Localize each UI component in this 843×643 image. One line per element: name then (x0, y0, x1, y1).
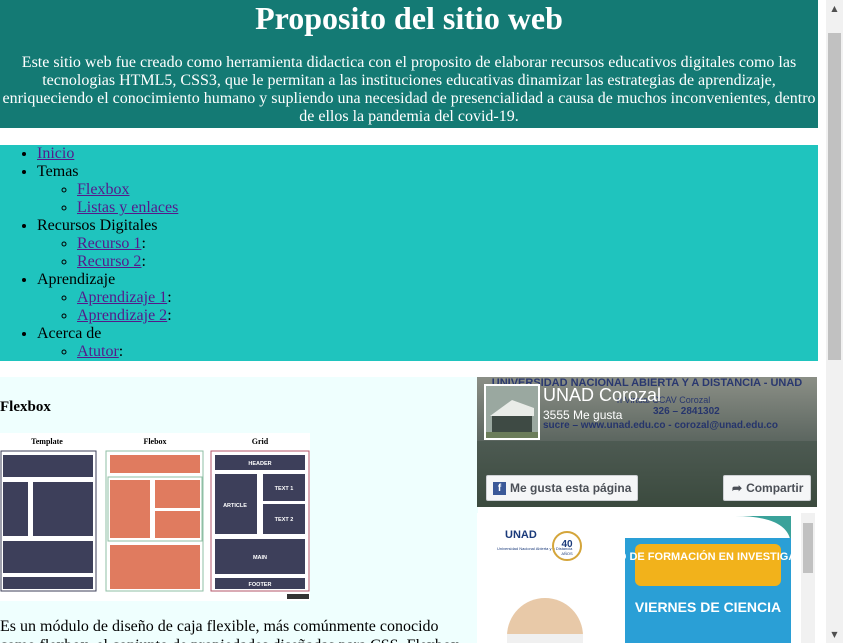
colon: : (167, 289, 172, 306)
nav-item-inicio: Inicio (37, 145, 818, 163)
template-block (3, 482, 28, 536)
grid-label-footer: FOOTER (249, 582, 272, 588)
page-scrollbar[interactable]: ▲ ▼ (826, 0, 843, 643)
post-anniversary: 40 (561, 539, 573, 550)
nav-link-inicio[interactable]: Inicio (37, 145, 74, 162)
nav-item-autor: Atutor: (77, 343, 818, 361)
share-button[interactable]: ➦ Compartir (723, 475, 811, 501)
post-ciclo-text: CICLO DE FORMACIÓN EN INVESTIGACIÓN (592, 550, 791, 563)
main-content: Flexbox Template Flebox Grid HEADER ARTI… (0, 377, 478, 643)
site-description: Este sitio web fue creado como herramien… (2, 54, 816, 125)
colon: : (141, 235, 146, 252)
grid-label-main: MAIN (253, 555, 267, 561)
cover-phone-text: 326 – 2841302 (653, 406, 720, 417)
flexbox-block (155, 480, 200, 508)
like-page-button[interactable]: f Me gusta esta página (486, 475, 638, 501)
diagram-label-flexbox: Flebox (143, 437, 166, 446)
section-title: Flexbox (0, 399, 51, 415)
colon: : (141, 253, 146, 270)
facebook-post: UNAD Universidad Nacional Abierta y a Di… (477, 513, 817, 643)
nav-link-recurso2[interactable]: Recurso 2 (77, 253, 141, 270)
decorative-shape (507, 634, 583, 643)
nav-label-acerca: Acerca de (37, 325, 102, 342)
grid-label-text1: TEXT 1 (275, 486, 294, 492)
post-scrollbar[interactable] (801, 513, 815, 643)
building-icon (486, 386, 538, 438)
nav-item-recursos: Recursos Digitales Recurso 1: Recurso 2: (37, 217, 818, 271)
page-title: Proposito del sitio web (255, 0, 563, 36)
scrollbar-thumb[interactable] (828, 33, 841, 360)
colon: : (167, 307, 172, 324)
nav-label-aprendizaje: Aprendizaje (37, 271, 116, 288)
page: Proposito del sitio web Este sitio web f… (0, 0, 826, 643)
post-image[interactable]: UNAD Universidad Nacional Abierta y a Di… (485, 516, 791, 643)
intro-paragraph: Es un módulo de diseño de caja flexible,… (0, 618, 459, 643)
scroll-up-arrow-icon[interactable]: ▲ (826, 0, 843, 17)
nav-item-temas: Temas Flexbox Listas y enlaces (37, 163, 818, 217)
template-block (3, 577, 93, 589)
flexbox-block (110, 545, 200, 589)
nav-item-aprendizaje1: Aprendizaje 1: (77, 289, 818, 307)
template-block (3, 455, 93, 477)
nav-item-acerca: Acerca de Atutor: (37, 325, 818, 361)
license-badge (287, 594, 309, 599)
nav-label-recursos: Recursos Digitales (37, 217, 158, 234)
nav-item-recurso1: Recurso 1: (77, 235, 818, 253)
nav-label-temas: Temas (37, 163, 79, 180)
nav-link-flexbox[interactable]: Flexbox (77, 181, 129, 198)
main-nav: Inicio Temas Flexbox Listas y enlaces Re… (0, 145, 818, 361)
post-logo-unad: UNAD (505, 529, 537, 541)
like-page-label: Me gusta esta página (510, 481, 632, 495)
nav-link-aprendizaje2[interactable]: Aprendizaje 2 (77, 307, 167, 324)
grid-label-header: HEADER (248, 461, 271, 467)
template-block (3, 541, 93, 573)
share-label: Compartir (746, 481, 804, 495)
nav-item-aprendizaje2: Aprendizaje 2: (77, 307, 818, 325)
nav-item-listas: Listas y enlaces (77, 199, 818, 217)
template-block (33, 482, 93, 536)
nav-link-autor[interactable]: Atutor (77, 343, 119, 360)
nav-item-recurso2: Recurso 2: (77, 253, 818, 271)
post-viernes-text: VIERNES DE CIENCIA (635, 599, 781, 615)
nav-item-aprendizaje: Aprendizaje Aprendizaje 1: Aprendizaje 2… (37, 271, 818, 325)
nav-item-flexbox: Flexbox (77, 181, 818, 199)
colon: : (118, 343, 124, 360)
share-icon: ➦ (732, 481, 743, 495)
grid-label-text2: TEXT 2 (275, 517, 294, 523)
flexbox-block (110, 480, 150, 538)
flexbox-block (110, 455, 200, 473)
grid-label-article: ARTICLE (223, 503, 247, 509)
facebook-page-plugin: UNIVERSIDAD NACIONAL ABIERTA Y A DISTANC… (477, 377, 817, 507)
sidebar: UNIVERSIDAD NACIONAL ABIERTA Y A DISTANC… (477, 377, 817, 643)
flexbox-block (155, 511, 200, 538)
nav-link-listas[interactable]: Listas y enlaces (77, 199, 178, 216)
scroll-down-arrow-icon[interactable]: ▼ (826, 626, 843, 643)
post-scrollbar-thumb[interactable] (803, 523, 813, 573)
nav-link-recurso1[interactable]: Recurso 1 (77, 235, 141, 252)
diagram-label-grid: Grid (252, 437, 269, 446)
post-anniversary-sub: AÑOS (561, 551, 573, 556)
page-profile-picture[interactable] (484, 384, 540, 440)
diagram-label-template: Template (31, 437, 63, 446)
page-name-link[interactable]: UNAD Corozal (543, 385, 661, 406)
facebook-icon: f (493, 482, 506, 496)
page-like-count: 3555 Me gusta (543, 408, 623, 422)
site-header: Proposito del sitio web Este sitio web f… (0, 0, 818, 128)
layout-diagram-image: Template Flebox Grid HEADER ARTICLE TEXT… (0, 433, 310, 601)
nav-link-aprendizaje1[interactable]: Aprendizaje 1 (77, 289, 167, 306)
